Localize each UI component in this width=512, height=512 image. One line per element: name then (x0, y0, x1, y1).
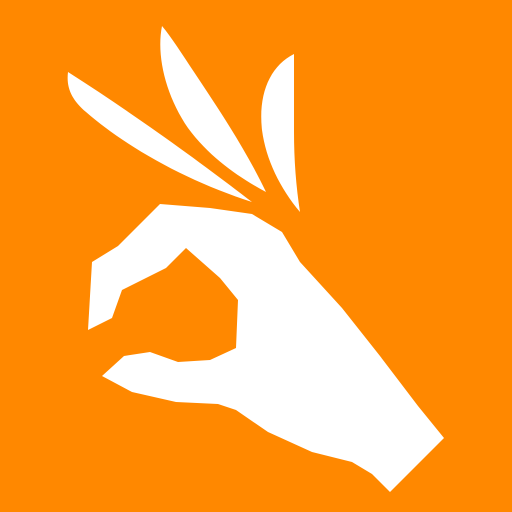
app-icon (0, 0, 512, 512)
ok-hand-gesture-icon (0, 0, 512, 512)
